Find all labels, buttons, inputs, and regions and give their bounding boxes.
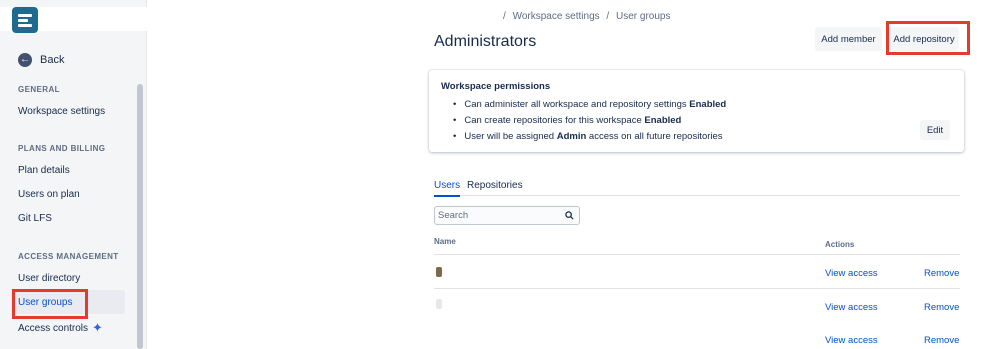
permissions-list: Can administer all workspace and reposit… [453,97,726,145]
sidebar-item-users-on-plan[interactable]: Users on plan [18,189,80,200]
search-input[interactable] [438,209,558,222]
breadcrumb-separator: / [606,11,610,22]
permission-item: Can create repositories for this workspa… [453,113,726,129]
view-access-link[interactable]: View access [825,335,878,346]
page-title: Administrators [434,33,537,50]
remove-link[interactable]: Remove [924,302,959,313]
tab-bar: Users Repositories [434,180,960,197]
sidebar-item-user-groups[interactable]: User groups [18,297,72,308]
breadcrumb-separator: / [503,11,506,22]
sparkle-icon: ✦ [92,320,103,335]
sidebar-scrollbar[interactable] [137,84,143,349]
section-heading-access-management: ACCESS MANAGEMENT [18,252,119,261]
add-repository-button[interactable]: Add repository [889,27,959,51]
workspace-permissions-card: Workspace permissions Can administer all… [429,70,964,152]
remove-link[interactable]: Remove [924,268,959,279]
edit-permissions-button[interactable]: Edit [920,120,950,140]
table-row: View access Remove [434,254,960,288]
sidebar-item-git-lfs[interactable]: Git LFS [18,213,52,224]
back-button[interactable]: ← Back [18,52,64,68]
bitbucket-logo-icon[interactable] [12,7,38,33]
sidebar: ← Back GENERAL Workspace settings PLANS … [0,0,147,349]
permissions-title: Workspace permissions [441,81,551,92]
tab-users[interactable]: Users [434,180,461,197]
table-row: View access Remove [434,322,960,349]
tab-repositories[interactable]: Repositories [467,180,523,195]
breadcrumb: / Workspace settings / User groups [503,11,674,22]
back-label: Back [40,54,65,66]
section-heading-plans-billing: PLANS AND BILLING [18,144,106,153]
section-heading-general: GENERAL [18,85,60,94]
breadcrumb-user-groups[interactable]: User groups [616,11,670,22]
column-header-actions: Actions [825,240,855,249]
add-member-button[interactable]: Add member [815,27,882,51]
search-icon[interactable] [565,211,574,220]
search-box [434,206,580,225]
permission-item: Can administer all workspace and reposit… [453,97,726,113]
sidebar-item-label: Access controls [18,322,89,334]
sidebar-item-plan-details[interactable]: Plan details [18,165,70,176]
sidebar-item-workspace-settings[interactable]: Workspace settings [18,106,105,117]
view-access-link[interactable]: View access [825,268,878,279]
permission-item: User will be assigned Admin access on al… [453,129,726,145]
view-access-link[interactable]: View access [825,302,878,313]
breadcrumb-workspace-settings[interactable]: Workspace settings [513,11,600,22]
arrow-left-icon: ← [18,53,32,67]
sidebar-item-access-controls[interactable]: Access controls ✦ [18,320,103,336]
avatar [436,299,442,309]
avatar [436,267,442,277]
sidebar-item-user-directory[interactable]: User directory [18,273,80,284]
remove-link[interactable]: Remove [924,335,959,346]
table-row: View access Remove [434,288,960,322]
column-header-name: Name [434,237,456,246]
